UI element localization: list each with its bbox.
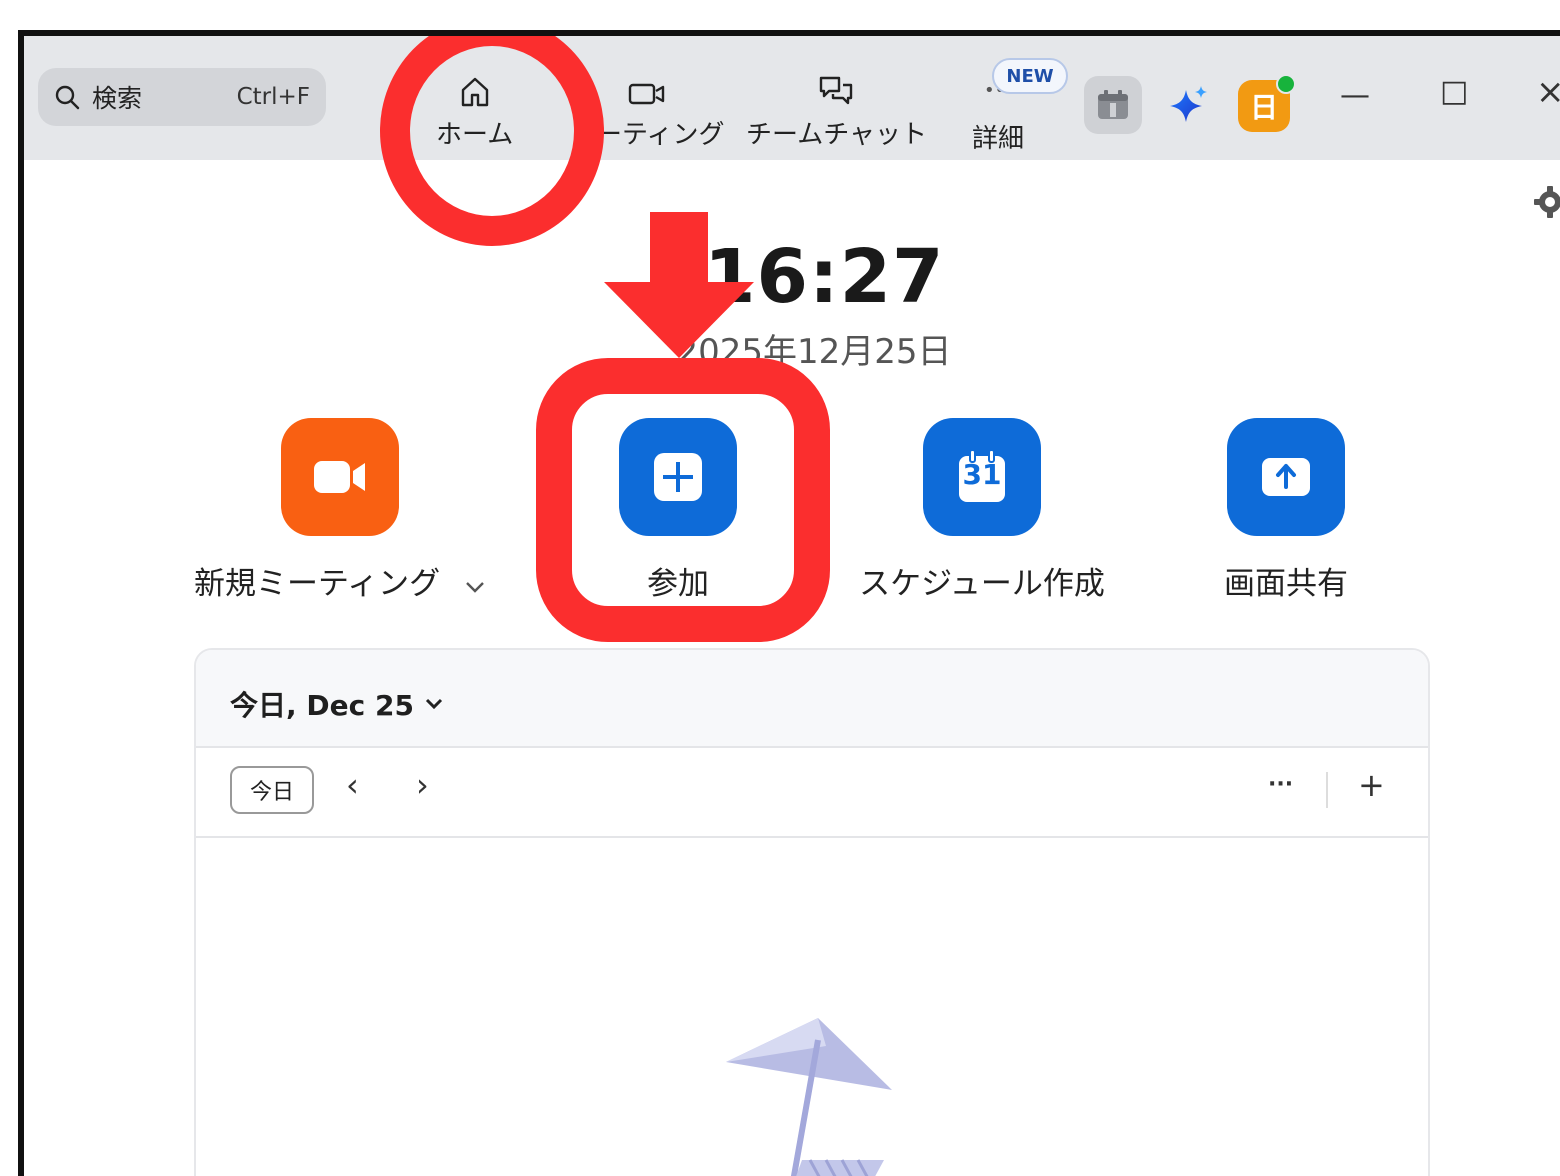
share-up-arrow-icon — [1262, 458, 1310, 496]
tab-more[interactable]: 詳細 — [972, 114, 1024, 155]
join-button[interactable] — [619, 418, 737, 536]
home-icon — [461, 77, 488, 107]
tab-meetings[interactable]: ミーティング — [570, 70, 724, 151]
new-meeting-action[interactable]: 新規ミーティング — [190, 418, 490, 603]
calendar-app-icon — [1098, 90, 1128, 119]
video-camera-icon — [314, 461, 365, 493]
join-label: 参加 — [647, 566, 709, 602]
gear-icon — [1534, 186, 1560, 218]
plus-icon — [654, 453, 702, 501]
schedule-action[interactable]: 31 スケジュール作成 — [832, 418, 1132, 603]
presence-indicator — [1276, 74, 1296, 94]
tab-home[interactable]: ホーム — [436, 70, 513, 151]
add-event-button[interactable]: + — [1358, 766, 1385, 804]
tab-meetings-label: ミーティング — [570, 120, 725, 150]
ai-companion-button[interactable] — [1160, 76, 1218, 134]
calendar-panel: 今日, Dec 25 今日 ‹ › ··· + — [194, 648, 1430, 1176]
today-button[interactable]: 今日 — [230, 766, 314, 814]
maximize-button[interactable]: □ — [1440, 74, 1468, 109]
calendar-day: 31 — [962, 458, 1002, 491]
new-badge: NEW — [992, 58, 1068, 94]
minimize-button[interactable]: — — [1340, 78, 1370, 113]
schedule-button[interactable]: 31 — [923, 418, 1041, 536]
calendar-panel-title: 今日, Dec 25 — [230, 689, 414, 722]
settings-button[interactable] — [1532, 184, 1560, 224]
ai-sparkle-icon — [1170, 86, 1207, 122]
next-day-button[interactable]: › — [416, 766, 429, 804]
search-icon — [55, 85, 80, 110]
new-meeting-button[interactable] — [281, 418, 399, 536]
current-date: 2025年12月25日 — [676, 332, 952, 372]
new-meeting-label: 新規ミーティング — [194, 566, 441, 602]
share-screen-action[interactable]: 画面共有 — [1136, 418, 1436, 603]
tab-team-chat-label: チームチャット — [746, 120, 927, 150]
chat-bubbles-icon — [820, 76, 853, 105]
share-screen-label: 画面共有 — [1224, 566, 1348, 602]
video-camera-icon — [629, 83, 665, 105]
chevron-down-icon[interactable] — [464, 580, 486, 594]
chevron-down-icon — [425, 698, 442, 710]
calendar-app-button[interactable] — [1084, 76, 1142, 134]
search-box[interactable]: 検索 Ctrl+F — [38, 68, 326, 126]
calendar-toolbar: 今日 ‹ › ··· + — [196, 746, 1428, 838]
top-navigation-bar: 検索 Ctrl+F ホーム ミーティング チームチャット •• NEW 詳細 日… — [24, 36, 1560, 160]
toolbar-divider — [1326, 772, 1328, 808]
share-screen-button[interactable] — [1227, 418, 1345, 536]
search-label: 検索 — [92, 84, 143, 113]
prev-day-button[interactable]: ‹ — [346, 766, 359, 804]
calendar-day-selector[interactable]: 今日, Dec 25 — [230, 684, 444, 724]
avatar-letter: 日 — [1249, 91, 1278, 124]
search-shortcut: Ctrl+F — [236, 84, 310, 110]
join-action[interactable]: 参加 — [528, 418, 828, 603]
zoom-window: 検索 Ctrl+F ホーム ミーティング チームチャット •• NEW 詳細 日… — [18, 30, 1560, 1176]
tab-more-label: 詳細 — [972, 124, 1025, 154]
current-time: 16:27 — [704, 234, 945, 320]
more-options-button[interactable]: ··· — [1268, 772, 1293, 797]
schedule-label: スケジュール作成 — [859, 566, 1105, 602]
tab-team-chat[interactable]: チームチャット — [746, 70, 927, 151]
user-avatar[interactable]: 日 — [1238, 74, 1296, 132]
tab-home-label: ホーム — [436, 120, 514, 150]
close-button[interactable]: × — [1536, 72, 1560, 112]
calendar-panel-header: 今日, Dec 25 — [196, 650, 1428, 748]
beach-umbrella-illustration — [726, 1018, 892, 1176]
new-meeting-label-row: 新規ミーティング — [194, 558, 486, 603]
